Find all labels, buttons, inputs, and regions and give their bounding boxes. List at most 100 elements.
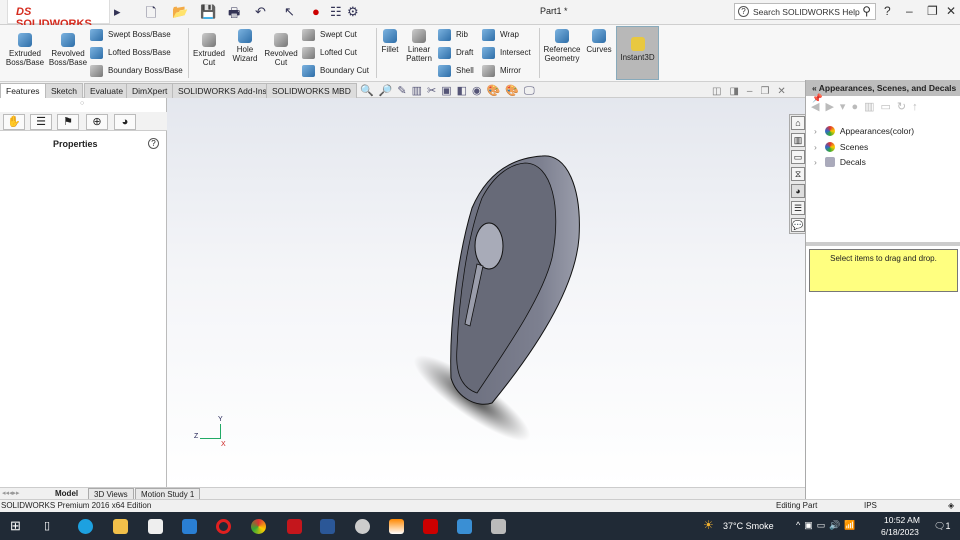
swept-boss-button[interactable]: Swept Boss/Base — [90, 28, 171, 42]
extruded-cut-button[interactable]: Extruded Cut — [190, 33, 228, 67]
custom-properties-icon[interactable]: ☰ — [791, 201, 805, 215]
reference-geometry-button[interactable]: Reference Geometry — [541, 29, 583, 63]
boundary-boss-button[interactable]: Boundary Boss/Base — [90, 64, 183, 78]
rib-button[interactable]: Rib — [438, 28, 468, 42]
shell-button[interactable]: Shell — [438, 64, 474, 78]
property-manager-icon[interactable]: ☰ — [30, 114, 52, 130]
word-icon[interactable] — [320, 519, 335, 534]
tree-item-scenes[interactable]: › Scenes — [814, 142, 868, 152]
mirror-button[interactable]: Mirror — [482, 64, 521, 78]
opera-icon[interactable] — [216, 519, 231, 534]
photos-icon[interactable] — [457, 519, 472, 534]
file-properties-icon[interactable]: ☷ — [330, 4, 342, 20]
intersect-button[interactable]: Intersect — [482, 46, 531, 60]
units-selector[interactable]: IPS — [864, 500, 877, 512]
app-icon[interactable] — [355, 519, 370, 534]
weather-icon[interactable]: ☀ — [703, 518, 714, 532]
edition-text: SOLIDWORKS Premium 2016 x64 Edition — [1, 501, 152, 510]
tab-sketch[interactable]: Sketch — [45, 83, 83, 98]
hole-wizard-button[interactable]: Hole Wizard — [228, 29, 262, 63]
boundary-cut-button[interactable]: Boundary Cut — [302, 64, 369, 78]
viewport-window-controls[interactable]: ◫◨–❐✕ — [712, 86, 794, 97]
tree-item-decals[interactable]: › Decals — [814, 157, 866, 167]
tab-features[interactable]: Features — [0, 83, 46, 98]
open-icon[interactable]: 📂 — [172, 4, 188, 20]
close-button[interactable]: ✕ — [946, 4, 956, 18]
label: Scenes — [839, 142, 869, 152]
loft-icon — [90, 47, 103, 59]
tab-mbd[interactable]: SOLIDWORKS MBD — [266, 83, 357, 98]
tab-addins[interactable]: SOLIDWORKS Add-Ins — [172, 83, 273, 98]
print-icon[interactable]: 🖶 — [228, 4, 240, 26]
extruded-boss-button[interactable]: Extruded Boss/Base — [5, 33, 45, 67]
graphics-viewport[interactable]: Z Y X — [167, 98, 805, 487]
system-tray-icons[interactable]: ^▣▭🔊📶 — [796, 520, 860, 531]
draft-button[interactable]: Draft — [438, 46, 473, 60]
instant3d-button[interactable]: Instant3D — [616, 26, 659, 80]
start-icon[interactable]: ⊞ — [10, 518, 21, 534]
wrap-button[interactable]: Wrap — [482, 28, 519, 42]
restore-button[interactable]: ❐ — [927, 4, 938, 18]
vlc-icon[interactable] — [389, 519, 404, 534]
expand-menu-icon[interactable]: ▸ — [114, 4, 121, 20]
splitter-handle[interactable]: ○ — [80, 100, 84, 107]
label: Boundary Cut — [320, 66, 369, 75]
mail-icon[interactable] — [182, 519, 197, 534]
file-explorer-icon[interactable] — [113, 519, 128, 534]
solidworks-logo[interactable]: DS SOLIDWORKS — [7, 0, 110, 30]
task-pane-toolbar[interactable]: ◀▶▾●▥▭↻↑ — [811, 100, 924, 113]
axis-triad: Z Y X — [194, 416, 226, 450]
fillet-button[interactable]: Fillet — [378, 29, 402, 54]
weather-text[interactable]: 37°C Smoke — [723, 521, 774, 531]
tab-evaluate[interactable]: Evaluate — [84, 83, 130, 98]
heads-up-view-toolbar[interactable]: 🔍🔎✎▥✂▣◧◉🎨🎨🖵 — [360, 84, 540, 98]
design-library-icon[interactable]: ▥ — [791, 133, 805, 147]
lofted-cut-button[interactable]: Lofted Cut — [302, 46, 357, 60]
appearances-icon[interactable]: ◕ — [791, 184, 805, 198]
forum-icon[interactable]: 💬 — [791, 218, 805, 232]
minimize-button[interactable]: – — [906, 4, 913, 18]
tab-scroll-arrows[interactable]: ◂◂◂▸▸ — [2, 489, 20, 497]
part-model[interactable] — [167, 98, 805, 487]
label: Mirror — [500, 66, 521, 75]
new-icon[interactable]: 🗋 — [146, 4, 156, 26]
revolved-boss-button[interactable]: Revolved Boss/Base — [48, 33, 88, 67]
rebuild-icon[interactable]: ● — [312, 4, 320, 19]
view-palette-icon[interactable]: ⧖ — [791, 167, 805, 181]
feature-tree-icon[interactable]: ✋ — [3, 114, 25, 130]
label: Swept Cut — [320, 30, 357, 39]
customize-icon[interactable]: ◈ — [948, 500, 954, 512]
dimxpert-manager-icon[interactable]: ⊕ — [86, 114, 108, 130]
rib-icon — [438, 29, 451, 41]
edge-icon[interactable] — [78, 519, 93, 534]
swept-cut-button[interactable]: Swept Cut — [302, 28, 357, 42]
home-icon[interactable]: ⌂ — [791, 116, 805, 130]
notifications-icon[interactable]: 🗨1 — [934, 521, 950, 532]
lofted-boss-button[interactable]: Lofted Boss/Base — [90, 46, 171, 60]
help-button[interactable]: ? — [884, 4, 891, 18]
tab-dimxpert[interactable]: DimXpert — [126, 83, 174, 98]
undo-icon[interactable]: ↶ — [255, 4, 266, 20]
app-icon-2[interactable] — [491, 519, 506, 534]
solidworks-taskbar-icon[interactable] — [423, 519, 438, 534]
tree-item-appearances[interactable]: › Appearances(color) — [814, 126, 914, 136]
search-icon[interactable]: ⚲ — [862, 4, 871, 18]
configuration-manager-icon[interactable]: ⚑ — [57, 114, 79, 130]
revolved-cut-button[interactable]: Revolved Cut — [262, 33, 300, 67]
chrome-icon[interactable] — [251, 519, 266, 534]
linear-pattern-button[interactable]: Linear Pattern — [403, 29, 435, 63]
options-icon[interactable]: ⚙ — [347, 4, 359, 20]
clock-time[interactable]: 10:52 AM — [884, 515, 920, 525]
clock-date[interactable]: 6/18/2023 — [881, 527, 919, 537]
select-icon[interactable]: ↖ — [284, 4, 295, 20]
store-icon[interactable] — [148, 519, 163, 534]
help-icon[interactable]: ? — [148, 138, 159, 149]
curves-button[interactable]: Curves — [584, 29, 614, 54]
acrobat-icon[interactable] — [287, 519, 302, 534]
file-explorer-icon[interactable]: ▭ — [791, 150, 805, 164]
task-view-icon[interactable]: ▯ — [44, 519, 50, 532]
display-manager-icon[interactable]: ◕ — [114, 114, 136, 130]
pane-splitter[interactable] — [806, 242, 960, 246]
search-help-input[interactable]: ? Search SOLIDWORKS Help ⚲ — [734, 3, 876, 20]
save-icon[interactable]: 💾 — [200, 4, 216, 20]
